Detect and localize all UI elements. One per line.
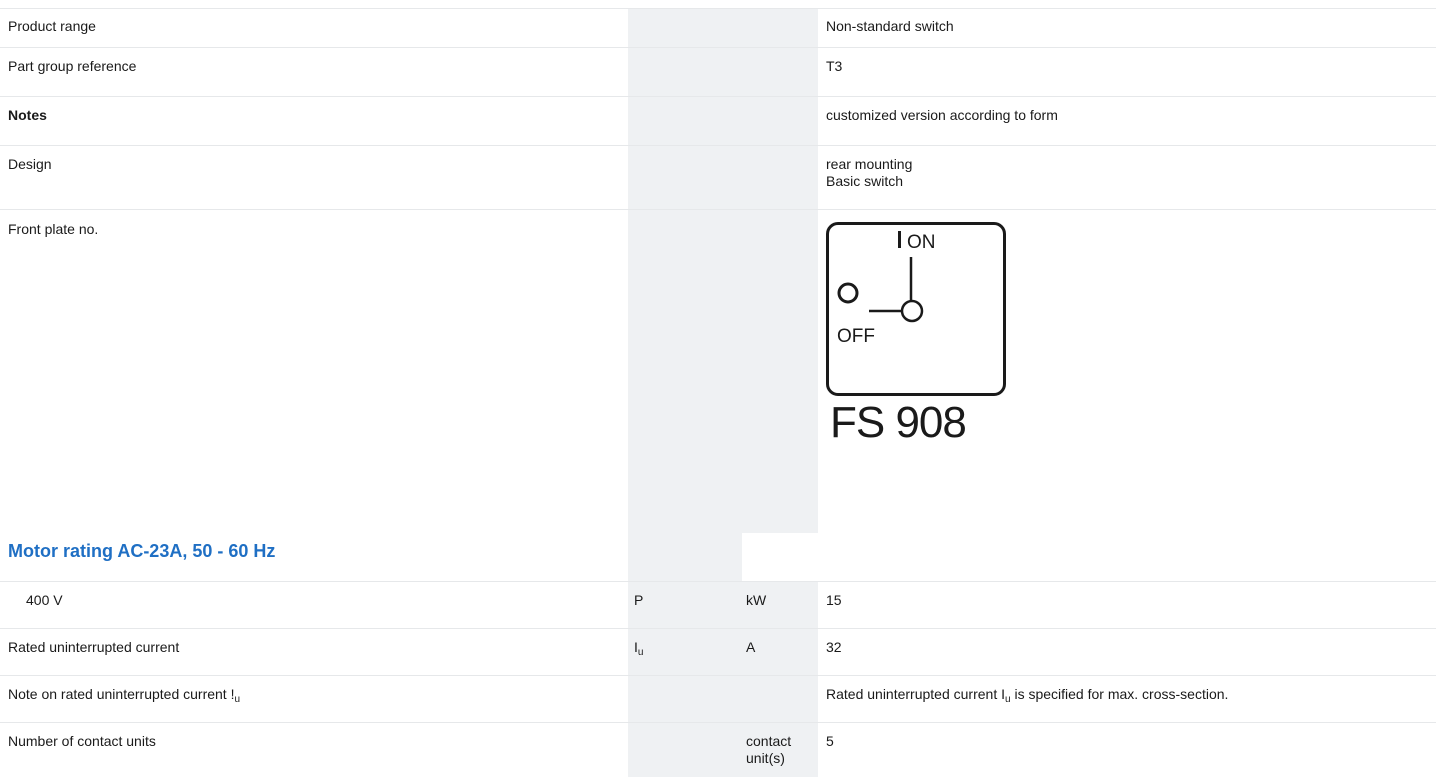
- label-front-plate: Front plate no.: [0, 210, 628, 534]
- label-product-range: Product range: [0, 9, 628, 48]
- value-note-current: Rated uninterrupted current Iu is specif…: [818, 676, 1436, 723]
- value-cell: [818, 533, 1436, 582]
- row-contact-units: Number of contact units contact unit(s) …: [0, 723, 1436, 777]
- unit-cell: [742, 97, 818, 146]
- symbol-cell: [628, 146, 742, 210]
- label-note-current: Note on rated uninterrupted current !u: [0, 676, 628, 723]
- symbol-subscript: u: [638, 647, 644, 658]
- symbol-rated-current: Iu: [628, 629, 742, 676]
- unit-cell: [742, 48, 818, 97]
- unit-cell: [742, 146, 818, 210]
- value-design: rear mounting Basic switch: [818, 146, 1436, 210]
- value-front-plate: ON OFF FS 908: [818, 210, 1436, 534]
- on-label: ON: [907, 232, 936, 253]
- section-title: Motor rating AC-23A, 50 - 60 Hz: [0, 533, 628, 582]
- section-motor-rating: Motor rating AC-23A, 50 - 60 Hz: [0, 533, 1436, 582]
- value-rated-current: 32: [818, 629, 1436, 676]
- unit-rated-current: A: [742, 629, 818, 676]
- off-label: OFF: [837, 326, 875, 347]
- unit-cell: [742, 676, 818, 723]
- value-part-group: T3: [818, 48, 1436, 97]
- top-heading-clipped: [0, 0, 1436, 8]
- label-notes: Notes: [0, 97, 628, 146]
- symbol-cell: [628, 210, 742, 534]
- switch-diagram-svg: ON OFF: [829, 225, 1003, 393]
- unit-contact-units: contact unit(s): [742, 723, 818, 777]
- design-line-2: Basic switch: [826, 173, 1428, 190]
- label-400v: 400 V: [0, 582, 628, 629]
- value-product-range: Non-standard switch: [818, 9, 1436, 48]
- unit-400v: kW: [742, 582, 818, 629]
- symbol-cell: [628, 9, 742, 48]
- label-part-group: Part group reference: [0, 48, 628, 97]
- unit-cell: [742, 533, 818, 582]
- note-value-post: is specified for max. cross-section.: [1011, 686, 1229, 702]
- design-line-1: rear mounting: [826, 156, 1428, 173]
- symbol-cell: [628, 723, 742, 777]
- row-rated-current: Rated uninterrupted current Iu A 32: [0, 629, 1436, 676]
- note-label-text: Note on rated uninterrupted current !: [8, 686, 234, 702]
- spec-table: Product range Non-standard switch Part g…: [0, 8, 1436, 777]
- front-plate-code: FS 908: [830, 414, 1428, 431]
- row-400v: 400 V P kW 15: [0, 582, 1436, 629]
- value-400v: 15: [818, 582, 1436, 629]
- unit-cell: [742, 9, 818, 48]
- clipped-heading-text: [8, 0, 13, 8]
- row-front-plate: Front plate no. ON OFF FS 908: [0, 210, 1436, 534]
- unit-line-2: unit(s): [746, 750, 810, 767]
- symbol-cell: [628, 533, 742, 582]
- switch-pivot-circle: [902, 301, 922, 321]
- label-design: Design: [0, 146, 628, 210]
- symbol-cell: [628, 676, 742, 723]
- row-notes: Notes customized version according to fo…: [0, 97, 1436, 146]
- on-bar-mark: [898, 231, 901, 248]
- row-product-range: Product range Non-standard switch: [0, 9, 1436, 48]
- label-contact-units: Number of contact units: [0, 723, 628, 777]
- unit-line-1: contact: [746, 733, 810, 750]
- note-label-subscript: u: [234, 694, 240, 705]
- note-value-pre: Rated uninterrupted current I: [826, 686, 1005, 702]
- symbol-cell: [628, 97, 742, 146]
- label-rated-current: Rated uninterrupted current: [0, 629, 628, 676]
- value-notes: customized version according to form: [818, 97, 1436, 146]
- row-part-group: Part group reference T3: [0, 48, 1436, 97]
- row-design: Design rear mounting Basic switch: [0, 146, 1436, 210]
- front-plate-diagram: ON OFF: [826, 222, 1006, 396]
- symbol-400v: P: [628, 582, 742, 629]
- value-contact-units: 5: [818, 723, 1436, 777]
- off-circle-mark: [839, 284, 857, 302]
- unit-cell: [742, 210, 818, 534]
- row-note-current: Note on rated uninterrupted current !u R…: [0, 676, 1436, 723]
- symbol-cell: [628, 48, 742, 97]
